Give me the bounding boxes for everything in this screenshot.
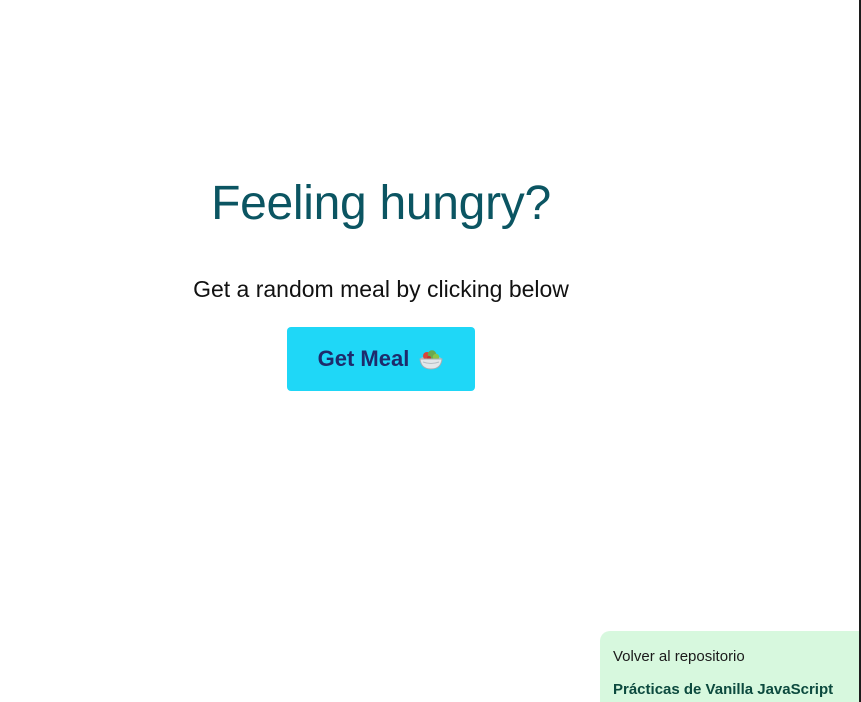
get-meal-button[interactable]: Get Meal (287, 327, 475, 391)
salad-bowl-icon (419, 350, 443, 370)
repo-link[interactable]: Prácticas de Vanilla JavaScript (613, 681, 833, 699)
get-meal-button-label: Get Meal (317, 346, 410, 371)
page-title: Feeling hungry? (211, 177, 551, 230)
hero-section: Feeling hungry? Get a random meal by cli… (0, 0, 762, 702)
page-subtitle: Get a random meal by clicking below (193, 276, 569, 302)
repo-panel: Volver al repositorio Prácticas de Vanil… (600, 631, 859, 702)
repo-label: Volver al repositorio (613, 648, 745, 665)
